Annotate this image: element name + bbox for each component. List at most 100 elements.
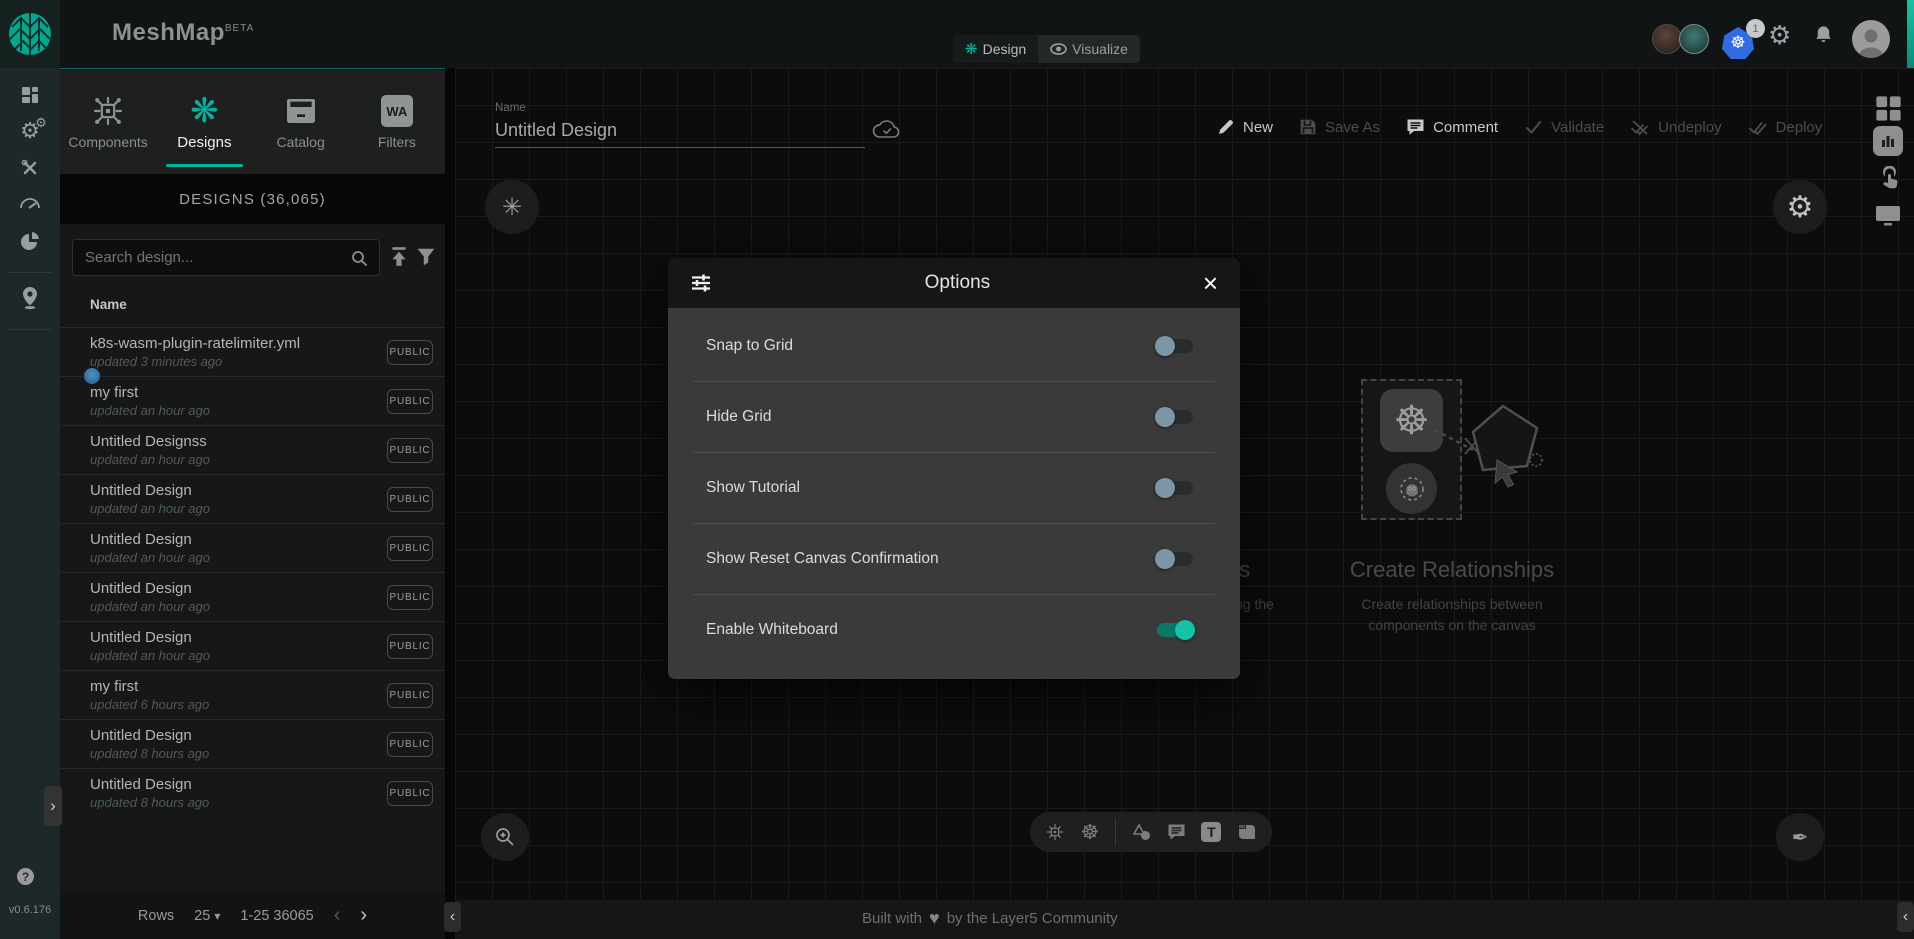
new-design-button[interactable]: New — [1217, 118, 1273, 136]
visibility-badge: PUBLIC — [387, 487, 433, 512]
design-row[interactable]: k8s-wasm-plugin-ratelimiter.yml updated … — [60, 327, 445, 376]
pencil-icon — [1217, 118, 1235, 136]
dashboard-icon — [19, 84, 41, 106]
rail-divider — [8, 329, 52, 330]
design-row[interactable]: my first updated 6 hours ago PUBLIC — [60, 670, 445, 719]
image-icon — [1237, 823, 1257, 841]
zoom-in-button[interactable] — [481, 813, 529, 861]
design-row[interactable]: Untitled Design updated an hour ago PUBL… — [60, 572, 445, 621]
onboarding-desc-line2: components on the canvas — [1342, 617, 1562, 633]
sidebar-item-dashboard[interactable] — [0, 84, 60, 106]
design-updated: updated an hour ago — [90, 501, 210, 516]
design-row[interactable]: Untitled Design updated an hour ago PUBL… — [60, 523, 445, 572]
expand-rail-button[interactable]: › — [44, 786, 62, 826]
design-row[interactable]: Untitled Designss updated an hour ago PU… — [60, 425, 445, 474]
design-name-input[interactable] — [495, 120, 865, 148]
display-mode-button[interactable] — [1871, 204, 1905, 227]
deploy-button[interactable]: Deploy — [1748, 119, 1823, 136]
design-updated: updated 6 hours ago — [90, 697, 209, 712]
user-avatar[interactable] — [1852, 20, 1890, 58]
tune-sliders-icon — [690, 272, 712, 294]
add-component-tool[interactable] — [1045, 822, 1065, 842]
comment-button[interactable]: Comment — [1406, 118, 1498, 136]
components-chip-icon — [91, 92, 125, 130]
import-design-button[interactable] — [388, 245, 410, 268]
tab-designs[interactable]: ❋ Designs — [156, 70, 252, 174]
tab-catalog[interactable]: Catalog — [253, 70, 349, 174]
sidebar-item-extensions[interactable] — [0, 230, 60, 252]
options-list: Snap to Grid Hide Grid Show Tutorial Sho… — [668, 308, 1240, 679]
toggle-switch[interactable] — [1157, 481, 1193, 495]
design-spiral-icon: ❋ — [965, 40, 978, 58]
active-tab-underline — [166, 164, 243, 167]
visibility-badge: PUBLIC — [387, 781, 433, 806]
collapse-panel-button[interactable]: ‹ — [444, 902, 461, 932]
tab-visualize[interactable]: Visualize — [1038, 35, 1140, 63]
design-row[interactable]: my first updated an hour ago PUBLIC — [60, 376, 445, 425]
undeploy-button[interactable]: Undeploy — [1630, 119, 1721, 136]
search-input[interactable] — [73, 240, 379, 275]
collapse-right-button[interactable]: ‹ — [1897, 902, 1914, 932]
whiteboard-pen-button[interactable]: ✒ — [1776, 813, 1824, 861]
tab-filters[interactable]: WA Filters — [349, 70, 445, 174]
column-header-name: Name — [90, 297, 127, 312]
option-label: Hide Grid — [693, 408, 771, 426]
collaborator-avatar[interactable] — [1679, 24, 1709, 54]
settings-gear-icon[interactable]: ⚙ — [1768, 20, 1791, 51]
interaction-mode-button[interactable] — [1871, 166, 1905, 192]
option-label: Show Reset Canvas Confirmation — [693, 550, 939, 568]
canvas-toolbar: New Save As Comment Validate — [1217, 118, 1822, 136]
sidebar-item-configuration[interactable] — [0, 158, 60, 178]
media-tool[interactable] — [1237, 823, 1257, 841]
next-page-button[interactable]: › — [360, 904, 367, 927]
design-row[interactable]: Untitled Design updated 8 hours ago PUBL… — [60, 768, 445, 817]
validate-button[interactable]: Validate — [1524, 119, 1604, 136]
design-row[interactable]: Untitled Design updated an hour ago PUBL… — [60, 474, 445, 523]
design-name: my first — [90, 384, 138, 401]
tab-design[interactable]: ❋ Design — [953, 35, 1038, 63]
filter-designs-button[interactable] — [416, 247, 436, 266]
performance-gauge-icon — [19, 194, 41, 210]
shapes-tool[interactable] — [1131, 823, 1152, 842]
collaborator-avatar[interactable] — [1652, 24, 1682, 54]
tab-components[interactable]: Components — [60, 70, 156, 174]
option-row: Hide Grid — [693, 381, 1215, 452]
sidebar-item-performance[interactable] — [0, 194, 60, 210]
toggle-switch[interactable] — [1157, 552, 1193, 566]
layout-snowflake-button[interactable]: ✳ — [485, 180, 539, 234]
location-pin-icon — [19, 286, 41, 310]
page-size-select[interactable]: 25 ▾ — [194, 908, 220, 924]
design-row[interactable]: Untitled Design updated an hour ago PUBL… — [60, 621, 445, 670]
mode-switch: ❋ Design Visualize — [953, 35, 1140, 63]
toggle-switch[interactable] — [1157, 410, 1193, 424]
kubernetes-tool[interactable]: ☸ — [1081, 820, 1100, 845]
layer5-logo[interactable] — [0, 0, 60, 68]
visibility-badge: PUBLIC — [387, 585, 433, 610]
toggle-switch[interactable] — [1157, 339, 1193, 353]
kubernetes-context-count-badge: 1 — [1746, 19, 1765, 38]
eye-icon — [1050, 43, 1067, 55]
sidebar-item-lifecycle[interactable]: ⚙⚙ — [0, 120, 60, 142]
monitor-icon — [1875, 204, 1901, 227]
catalog-drawer-icon — [285, 92, 317, 130]
snowflake-icon: ✳ — [502, 193, 522, 222]
sidebar-item-meshmap[interactable] — [0, 286, 60, 310]
options-modal-header: Options × — [668, 258, 1240, 308]
relationship-arrow-pentagon — [1435, 398, 1555, 503]
filter-funnel-icon — [416, 247, 436, 266]
close-icon[interactable]: × — [1203, 270, 1218, 296]
text-tool[interactable]: T — [1201, 822, 1221, 842]
person-icon — [1852, 24, 1890, 58]
open-metrics-panel-button[interactable] — [1871, 126, 1905, 156]
double-check-icon — [1748, 119, 1768, 135]
design-name: Untitled Designss — [90, 433, 207, 450]
canvas-settings-button[interactable]: ⚙ — [1773, 180, 1827, 234]
help-button[interactable]: ? — [17, 868, 34, 885]
notifications-bell-icon[interactable] — [1813, 24, 1834, 46]
open-dashboard-panel-button[interactable] — [1871, 95, 1905, 122]
prev-page-button[interactable]: ‹ — [334, 904, 341, 927]
save-as-button[interactable]: Save As — [1299, 118, 1380, 136]
design-row[interactable]: Untitled Design updated 8 hours ago PUBL… — [60, 719, 445, 768]
toggle-switch[interactable] — [1157, 623, 1193, 637]
comment-tool[interactable] — [1167, 823, 1186, 841]
